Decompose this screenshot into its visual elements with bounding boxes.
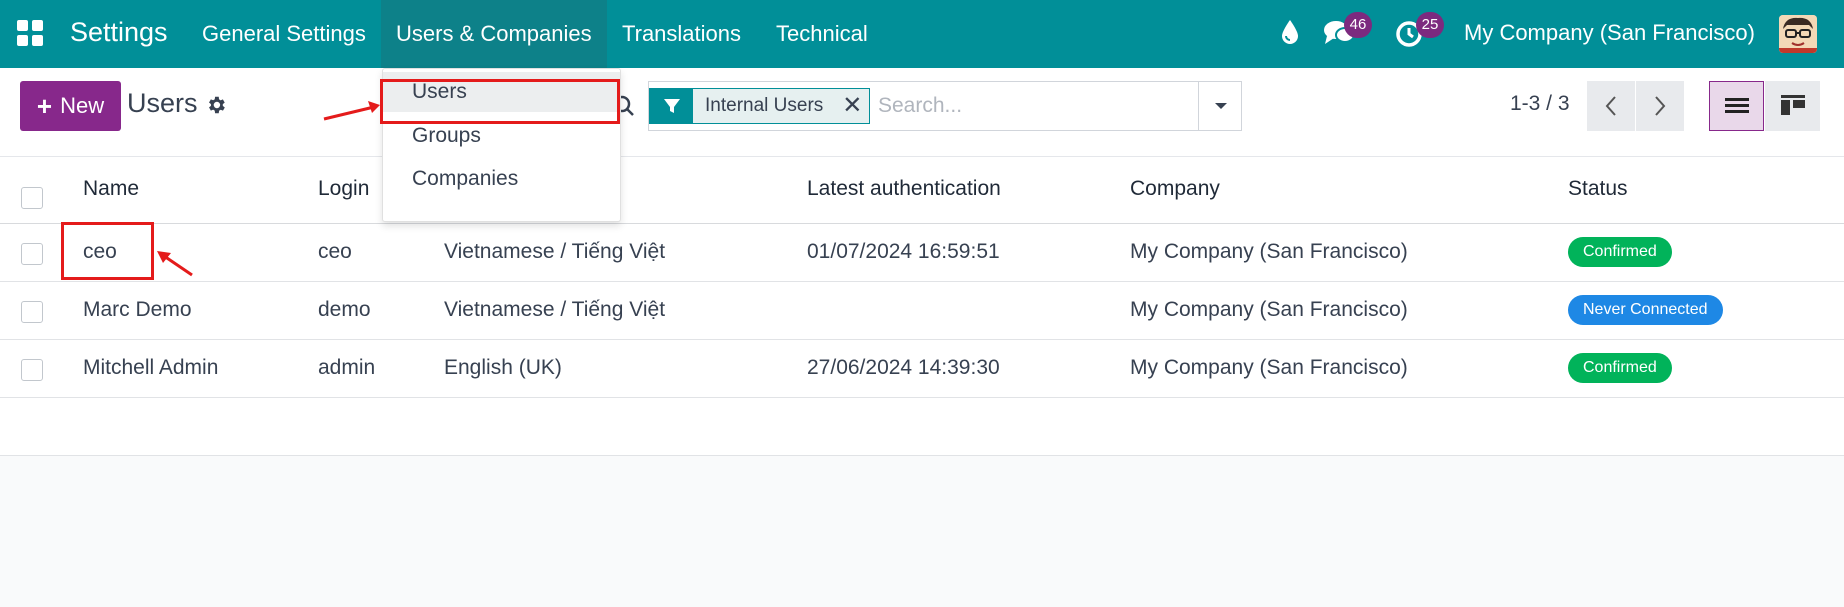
- status-badge: Confirmed: [1568, 237, 1672, 267]
- caret-down-icon: [1214, 103, 1227, 109]
- cell-name: ceo: [83, 240, 117, 263]
- pager-next-button[interactable]: [1636, 81, 1684, 131]
- table-row[interactable]: ceo ceo Vietnamese / Tiếng Việt 01/07/20…: [0, 224, 1844, 282]
- menu-technical[interactable]: Technical: [761, 0, 883, 68]
- pager-value[interactable]: 1-3 / 3: [1510, 92, 1570, 116]
- cell-company: My Company (San Francisco): [1130, 298, 1408, 321]
- kanban-icon: [1780, 95, 1805, 115]
- column-header-login[interactable]: Login: [318, 177, 369, 201]
- messages-icon[interactable]: 46: [1323, 12, 1372, 53]
- cell-login: admin: [318, 356, 376, 379]
- plus-icon: +: [36, 90, 53, 121]
- drop-icon[interactable]: [1280, 18, 1300, 51]
- menu-users-companies[interactable]: Users & Companies: [381, 0, 607, 68]
- row-checkbox[interactable]: [21, 359, 43, 381]
- users-companies-dropdown: Users Groups Companies: [382, 68, 621, 222]
- column-header-company[interactable]: Company: [1130, 177, 1220, 201]
- new-button-label: New: [60, 93, 105, 118]
- cell-language: Vietnamese / Tiếng Việt: [444, 240, 666, 263]
- cell-login: demo: [318, 298, 371, 321]
- cell-login: ceo: [318, 240, 352, 263]
- facet-label: Internal Users: [693, 89, 836, 123]
- filter-facet: Internal Users ✕: [649, 88, 871, 124]
- app-brand[interactable]: Settings: [70, 17, 168, 48]
- control-panel: + New Users Internal Users ✕ 1-3 / 3: [0, 68, 1844, 157]
- facet-close-icon[interactable]: ✕: [835, 89, 870, 123]
- chevron-left-icon: [1605, 96, 1616, 116]
- kanban-view-button[interactable]: [1765, 81, 1820, 131]
- list-view-button[interactable]: [1709, 81, 1764, 131]
- empty-row: [0, 398, 1844, 456]
- page-title: Users: [127, 88, 198, 118]
- table-row[interactable]: Marc Demo demo Vietnamese / Tiếng Việt M…: [0, 282, 1844, 340]
- top-navbar: Settings General Settings Users & Compan…: [0, 0, 1844, 68]
- company-switcher[interactable]: My Company (San Francisco): [1464, 20, 1755, 46]
- column-header-latest-authentication[interactable]: Latest authentication: [807, 177, 1001, 201]
- cell-name: Marc Demo: [83, 298, 192, 321]
- messages-badge: 46: [1344, 12, 1372, 38]
- list-icon: [1724, 98, 1749, 113]
- apps-menu-icon[interactable]: [17, 20, 43, 46]
- column-header-name[interactable]: Name: [83, 177, 139, 201]
- activities-icon[interactable]: 25: [1395, 12, 1444, 53]
- cell-latest-authentication: 01/07/2024 16:59:51: [807, 240, 1000, 263]
- status-badge: Never Connected: [1568, 295, 1723, 325]
- table-header: Name Login Latest authentication Company…: [0, 157, 1844, 224]
- column-header-status[interactable]: Status: [1568, 177, 1628, 201]
- user-avatar[interactable]: [1779, 15, 1817, 53]
- row-checkbox[interactable]: [21, 301, 43, 323]
- search-input[interactable]: [878, 88, 1188, 124]
- table-row[interactable]: Mitchell Admin admin English (UK) 27/06/…: [0, 340, 1844, 398]
- pager-previous-button[interactable]: [1587, 81, 1635, 131]
- chevron-right-icon: [1655, 96, 1666, 116]
- gear-icon[interactable]: [205, 94, 227, 121]
- cell-language: Vietnamese / Tiếng Việt: [444, 298, 666, 321]
- row-checkbox[interactable]: [21, 243, 43, 265]
- cell-company: My Company (San Francisco): [1130, 240, 1408, 263]
- dropdown-item-companies[interactable]: Companies: [383, 159, 620, 199]
- filter-icon: [650, 89, 693, 123]
- menu-general-settings[interactable]: General Settings: [187, 0, 381, 68]
- status-badge: Confirmed: [1568, 353, 1672, 383]
- cell-company: My Company (San Francisco): [1130, 356, 1408, 379]
- dropdown-item-users[interactable]: Users: [383, 72, 620, 112]
- cell-language: English (UK): [444, 356, 562, 379]
- select-all-checkbox[interactable]: [21, 187, 43, 209]
- cell-name: Mitchell Admin: [83, 356, 219, 379]
- search-options-toggle[interactable]: [1198, 81, 1242, 131]
- menu-translations[interactable]: Translations: [607, 0, 756, 68]
- dropdown-item-groups[interactable]: Groups: [383, 116, 620, 156]
- cell-latest-authentication: 27/06/2024 14:39:30: [807, 356, 1000, 379]
- new-button[interactable]: + New: [20, 81, 121, 131]
- activities-badge: 25: [1416, 12, 1444, 38]
- users-table: Name Login Latest authentication Company…: [0, 157, 1844, 456]
